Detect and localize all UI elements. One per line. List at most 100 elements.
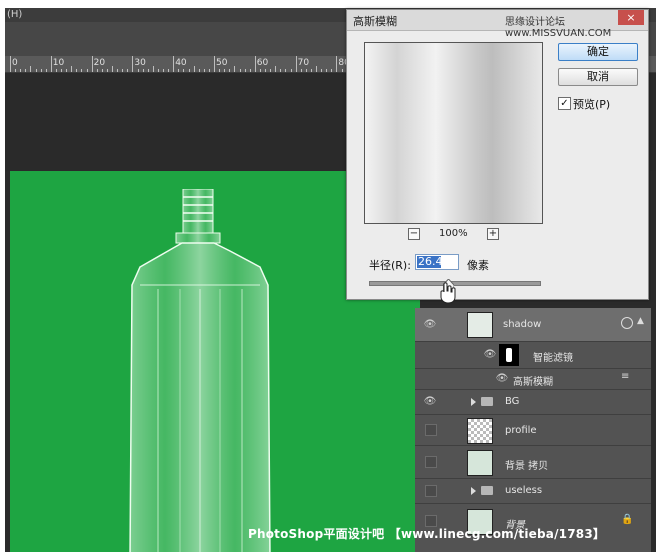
- ruler-tick: [157, 69, 159, 72]
- ruler-label: 20: [93, 58, 106, 68]
- ruler-tick: [280, 69, 282, 72]
- ruler-tick: [234, 66, 236, 72]
- ruler-tick: [106, 69, 108, 72]
- visibility-toggle[interactable]: [425, 485, 437, 497]
- layer-name: BG: [505, 396, 520, 407]
- ruler-tick: [295, 56, 297, 72]
- ruler-tick: [168, 69, 170, 72]
- footer-watermark: PhotoShop平面设计吧 【www.linecg.com/tieba/178…: [248, 527, 606, 541]
- ruler-tick: [173, 56, 175, 72]
- ruler-tick: [101, 69, 103, 72]
- ruler-tick: [10, 56, 11, 72]
- zoom-level: 100%: [439, 228, 468, 239]
- filter-mask-thumbnail: [499, 344, 519, 366]
- menu-fragment[interactable]: (H): [7, 9, 22, 20]
- visibility-toggle[interactable]: [425, 456, 437, 468]
- dialog-title-bar[interactable]: 高斯模糊 思缘设计论坛 www.MISSVUAN.COM ×: [347, 10, 648, 39]
- eye-icon[interactable]: 👁: [423, 395, 437, 409]
- gaussian-blur-dialog: 高斯模糊 思缘设计论坛 www.MISSVUAN.COM × − 100% + …: [346, 9, 649, 300]
- layer-name: 智能滤镜: [533, 353, 573, 364]
- scrollbar-up-icon[interactable]: ▲: [637, 316, 644, 326]
- ruler-tick: [229, 69, 231, 72]
- ruler-tick: [132, 56, 134, 72]
- filter-options-icon[interactable]: ≡: [621, 371, 629, 382]
- ruler-tick: [66, 69, 68, 72]
- radius-value: 26.4: [418, 255, 443, 268]
- ruler-tick: [219, 69, 221, 72]
- ruler-tick: [117, 69, 119, 72]
- ruler-tick: [122, 69, 124, 72]
- ruler-tick: [50, 56, 52, 72]
- visibility-toggle[interactable]: [425, 424, 437, 436]
- eye-icon[interactable]: 👁: [423, 318, 437, 332]
- ruler-tick: [244, 69, 246, 72]
- ruler-tick: [275, 66, 277, 72]
- cancel-button[interactable]: 取消: [558, 68, 638, 86]
- expand-arrow-icon[interactable]: [471, 487, 476, 495]
- layer-shadow[interactable]: 👁 shadow ▲: [415, 308, 651, 342]
- ruler-tick: [341, 69, 343, 72]
- ruler-tick: [178, 69, 180, 72]
- smart-object-icon: [621, 317, 633, 329]
- ruler-tick: [25, 69, 27, 72]
- layer-thumbnail: [467, 450, 493, 476]
- ruler-tick: [15, 69, 17, 72]
- lock-icon: 🔒: [621, 514, 634, 525]
- ruler-tick: [61, 69, 62, 72]
- ruler-tick: [285, 69, 287, 72]
- ruler-tick: [331, 69, 333, 72]
- eye-icon[interactable]: 👁: [483, 348, 497, 362]
- ruler-label: 60: [256, 58, 269, 68]
- ruler-tick: [40, 69, 42, 72]
- ruler-tick: [76, 69, 78, 72]
- ruler-tick: [188, 69, 190, 72]
- ruler-tick: [20, 69, 22, 72]
- ruler-tick: [305, 69, 307, 72]
- ruler-tick: [326, 69, 328, 72]
- layer-group-bg[interactable]: 👁 BG: [415, 390, 651, 415]
- radius-unit: 像素: [467, 259, 489, 272]
- folder-icon: [481, 486, 493, 495]
- ruler-tick: [183, 69, 185, 72]
- ruler-tick: [270, 69, 272, 72]
- ruler-tick: [71, 66, 73, 72]
- eye-icon[interactable]: 👁: [495, 372, 509, 386]
- ruler-tick: [214, 56, 215, 72]
- layer-name: shadow: [503, 319, 542, 330]
- layer-name: 高斯模糊: [513, 377, 553, 388]
- layer-name: profile: [505, 425, 537, 436]
- zoom-out-button[interactable]: −: [408, 228, 420, 240]
- ok-button[interactable]: 确定: [558, 43, 638, 61]
- layer-gaussian-blur-filter[interactable]: 👁 高斯模糊 ≡: [415, 369, 651, 390]
- ruler-tick: [127, 69, 129, 72]
- ruler-label: 30: [134, 58, 146, 68]
- ruler-tick: [208, 69, 210, 72]
- ruler-tick: [259, 69, 261, 72]
- ruler-label: 40: [175, 58, 187, 68]
- zoom-in-button[interactable]: +: [487, 228, 499, 240]
- layer-name: useless: [505, 485, 543, 496]
- ruler-tick: [163, 69, 164, 72]
- ruler-tick: [152, 66, 154, 72]
- radius-label: 半径(R):: [369, 259, 411, 272]
- ruler-tick: [96, 69, 98, 72]
- ruler-tick: [203, 69, 205, 72]
- layer-name: 背景 拷贝: [505, 461, 549, 472]
- layer-profile[interactable]: profile: [415, 415, 651, 446]
- ruler-tick: [254, 56, 256, 72]
- blur-preview-window[interactable]: [364, 42, 543, 224]
- preview-checkbox-label: 预览(P): [573, 98, 611, 111]
- ruler-tick: [249, 69, 251, 72]
- folder-icon: [481, 397, 493, 406]
- ruler-tick: [45, 69, 47, 72]
- ruler-tick: [147, 69, 149, 72]
- preview-checkbox[interactable]: ✓: [558, 97, 571, 110]
- ruler-tick: [224, 69, 226, 72]
- ruler-tick: [300, 69, 302, 72]
- close-button[interactable]: ×: [618, 10, 644, 25]
- layer-thumbnail: [467, 418, 493, 444]
- layer-background-copy[interactable]: 背景 拷贝: [415, 446, 651, 479]
- layer-group-useless[interactable]: useless: [415, 479, 651, 504]
- expand-arrow-icon[interactable]: [471, 398, 476, 406]
- layer-smart-filters[interactable]: 👁 智能滤镜: [415, 342, 651, 369]
